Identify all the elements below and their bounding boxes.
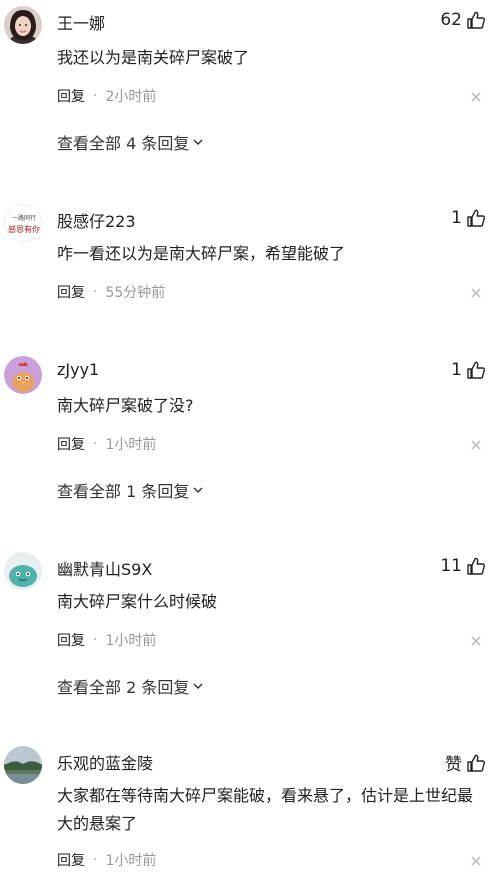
comment-text: 大家都在等待南大碎尸案能破，看来悬了，估计是上世纪最大的悬案了 bbox=[57, 786, 474, 833]
avatar-cartoon-chicken-icon bbox=[4, 356, 42, 394]
separator-dot: · bbox=[93, 632, 98, 648]
username[interactable]: 王一娜 bbox=[57, 10, 105, 34]
comment-meta: 回复 · 2小时前 bbox=[57, 86, 156, 106]
comment-time: 55分钟前 bbox=[105, 285, 166, 301]
comment-meta: 回复 · 55分钟前 bbox=[57, 282, 165, 302]
comment-item: 一路同行 感恩有你 股感仔223 1 咋一看还以为是南大碎尸案，希望能破了 回复… bbox=[0, 200, 500, 320]
avatar-landscape-photo-icon bbox=[4, 746, 42, 784]
like-button[interactable]: 62 bbox=[440, 10, 486, 30]
thumbs-up-icon bbox=[467, 754, 485, 772]
like-count: 62 bbox=[440, 10, 462, 30]
view-all-replies-label: 查看全部 2 条回复 bbox=[57, 678, 190, 697]
comment-text: 南大碎尸案什么时候破 bbox=[57, 592, 218, 611]
comment-text: 我还以为是南关碎尸案破了 bbox=[57, 48, 250, 67]
comment-meta: 回复 · 1小时前 bbox=[57, 630, 156, 650]
close-icon[interactable] bbox=[470, 91, 482, 103]
comment-time: 1小时前 bbox=[105, 633, 157, 649]
chevron-down-icon bbox=[193, 139, 203, 146]
comment-text: 南大碎尸案破了没? bbox=[57, 396, 194, 415]
separator-dot: · bbox=[93, 852, 98, 868]
avatar-text-line1: 一路同行 bbox=[12, 214, 36, 222]
comment-time: 1小时前 bbox=[105, 437, 157, 453]
username[interactable]: 乐观的蓝金陵 bbox=[57, 750, 153, 774]
reply-button[interactable]: 回复 bbox=[57, 282, 85, 302]
reply-button[interactable]: 回复 bbox=[57, 434, 85, 454]
thumbs-up-icon bbox=[467, 361, 485, 379]
view-all-replies-button[interactable]: 查看全部 1 条回复 bbox=[57, 478, 205, 502]
separator-dot: · bbox=[93, 436, 98, 452]
thumbs-up-icon bbox=[467, 11, 485, 29]
like-count: 11 bbox=[440, 556, 462, 576]
avatar-woman-photo-icon bbox=[4, 6, 42, 44]
view-all-replies-label: 查看全部 4 条回复 bbox=[57, 134, 190, 153]
like-count: 1 bbox=[451, 360, 462, 380]
comment-text: 咋一看还以为是南大碎尸案，希望能破了 bbox=[57, 244, 346, 263]
comment-item: 王一娜 62 我还以为是南关碎尸案破了 回复 · 2小时前 查看全部 4 条回复 bbox=[0, 0, 500, 170]
reply-button[interactable]: 回复 bbox=[57, 630, 85, 650]
chevron-down-icon bbox=[193, 683, 203, 690]
comment-meta: 回复 · 1小时前 bbox=[57, 850, 156, 870]
comment-item: zJyy1 1 南大碎尸案破了没? 回复 · 1小时前 查看全部 1 条回复 bbox=[0, 350, 500, 510]
reply-button[interactable]: 回复 bbox=[57, 86, 85, 106]
username[interactable]: 幽默青山S9X bbox=[57, 556, 152, 580]
avatar[interactable] bbox=[4, 746, 42, 784]
reply-button[interactable]: 回复 bbox=[57, 850, 85, 870]
avatar[interactable] bbox=[4, 356, 42, 394]
thumbs-up-icon bbox=[467, 209, 485, 227]
comment-item: 幽默青山S9X 11 南大碎尸案什么时候破 回复 · 1小时前 查看全部 2 条… bbox=[0, 546, 500, 706]
like-button[interactable]: 赞 bbox=[445, 750, 486, 775]
close-icon[interactable] bbox=[470, 287, 482, 299]
like-label: 赞 bbox=[445, 755, 462, 775]
view-all-replies-button[interactable]: 查看全部 2 条回复 bbox=[57, 674, 205, 698]
like-count: 1 bbox=[451, 208, 462, 228]
comment-time: 2小时前 bbox=[105, 89, 157, 105]
comment-meta: 回复 · 1小时前 bbox=[57, 434, 156, 454]
like-button[interactable]: 11 bbox=[440, 556, 486, 576]
like-button[interactable]: 1 bbox=[451, 208, 486, 228]
close-icon[interactable] bbox=[470, 855, 482, 867]
thumbs-up-icon bbox=[467, 557, 485, 575]
avatar[interactable] bbox=[4, 552, 42, 590]
username[interactable]: zJyy1 bbox=[57, 360, 99, 379]
comment-time: 1小时前 bbox=[105, 853, 157, 869]
like-button[interactable]: 1 bbox=[451, 360, 486, 380]
close-icon[interactable] bbox=[470, 439, 482, 451]
view-all-replies-button[interactable]: 查看全部 4 条回复 bbox=[57, 130, 205, 154]
avatar[interactable] bbox=[4, 6, 42, 44]
chevron-down-icon bbox=[193, 487, 203, 494]
avatar-cartoon-teal-icon bbox=[4, 552, 42, 590]
avatar-calligraphy-icon: 一路同行 感恩有你 bbox=[5, 205, 41, 241]
view-all-replies-label: 查看全部 1 条回复 bbox=[57, 482, 190, 501]
comment-item: 乐观的蓝金陵 赞 大家都在等待南大碎尸案能破，看来悬了，估计是上世纪最大的悬案了… bbox=[0, 742, 500, 877]
close-icon[interactable] bbox=[470, 635, 482, 647]
avatar-text-line2: 感恩有你 bbox=[8, 224, 40, 234]
username[interactable]: 股感仔223 bbox=[57, 208, 136, 232]
separator-dot: · bbox=[93, 284, 98, 300]
separator-dot: · bbox=[93, 88, 98, 104]
avatar[interactable]: 一路同行 感恩有你 bbox=[4, 204, 42, 242]
